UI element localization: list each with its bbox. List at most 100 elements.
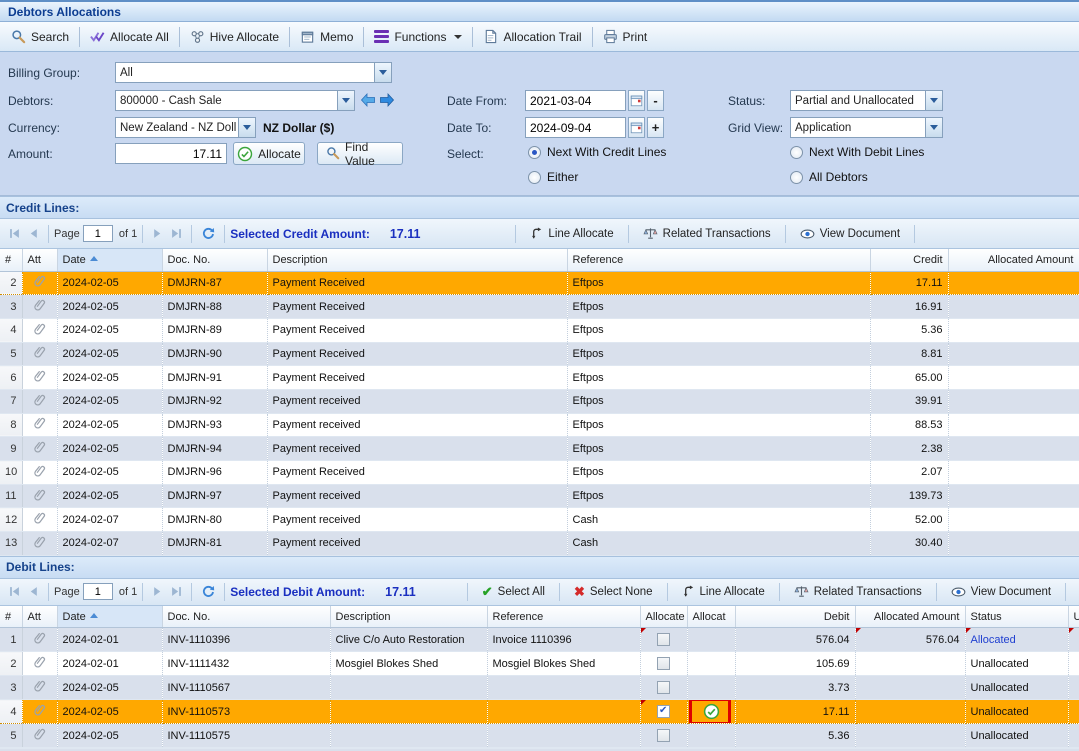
allocate-checkbox[interactable] [657,633,670,646]
column-header-allocated-amount[interactable]: Allocated Amount [855,606,965,628]
attachment-cell[interactable] [22,461,57,485]
column-header-num[interactable]: # [0,249,22,271]
column-header-status[interactable]: Status [965,606,1068,628]
column-header-doc-no[interactable]: Doc. No. [162,249,267,271]
credit-table-row[interactable]: 13 2024-02-07 DMJRN-81 Payment received … [0,532,1079,556]
find-value-button[interactable]: Find Value [317,142,403,165]
allocate-checkbox[interactable] [657,681,670,694]
allocate-checkbox[interactable] [657,657,670,670]
credit-table-row[interactable]: 5 2024-02-05 DMJRN-90 Payment Received E… [0,342,1079,366]
credit-table-row[interactable]: 3 2024-02-05 DMJRN-88 Payment Received E… [0,295,1079,319]
cell-allocate[interactable] [640,724,687,748]
column-header-att[interactable]: Att [22,249,57,271]
credit-table-row[interactable]: 4 2024-02-05 DMJRN-89 Payment Received E… [0,318,1079,342]
attachment-cell[interactable] [22,295,57,319]
select-all-button[interactable]: ✔ Select All [473,584,554,600]
credit-table-row[interactable]: 11 2024-02-05 DMJRN-97 Payment received … [0,484,1079,508]
previous-page-button[interactable] [24,586,43,597]
debit-table-row[interactable]: 4 2024-02-05 INV-1110573 [0,700,1079,724]
select-none-button[interactable]: ✖ Select None [565,584,662,600]
amount-input[interactable] [115,143,227,164]
next-page-button[interactable] [148,228,167,239]
column-header-allocated-amount[interactable]: Allocated Amount [948,249,1079,271]
radio-next-with-debit-lines[interactable]: Next With Debit Lines [790,145,924,159]
first-page-button[interactable] [5,586,24,597]
next-page-button[interactable] [148,586,167,597]
previous-page-button[interactable] [24,228,43,239]
attachment-cell[interactable] [22,700,57,724]
attachment-cell[interactable] [22,318,57,342]
allocation-trail-button[interactable]: Allocation Trail [476,26,588,47]
credit-line-allocate-button[interactable]: Line Allocate [521,227,622,240]
attachment-cell[interactable] [22,484,57,508]
debit-view-document-button[interactable]: View Document [942,586,1060,598]
previous-debtor-button[interactable] [359,91,376,109]
column-header-date[interactable]: Date [57,249,162,271]
debit-table-row[interactable]: 3 2024-02-05 INV-1110567 [0,676,1079,700]
attachment-cell[interactable] [22,724,57,748]
column-header-debit[interactable]: Debit [735,606,855,628]
column-header-reference[interactable]: Reference [567,249,870,271]
credit-related-transactions-button[interactable]: Related Transactions [634,227,780,240]
attachment-cell[interactable] [22,508,57,532]
attachment-cell[interactable] [22,389,57,413]
allocate-all-button[interactable]: Allocate All [83,26,176,47]
attachment-cell[interactable] [22,532,57,556]
debit-related-transactions-button[interactable]: Related Transactions [785,585,931,598]
dropdown-trigger[interactable] [925,118,942,137]
date-from-calendar-button[interactable] [628,90,645,111]
column-header-date[interactable]: Date [57,606,162,628]
date-to-increment-button[interactable]: + [647,117,664,138]
allocate-checkbox[interactable] [657,705,670,718]
attachment-cell[interactable] [22,342,57,366]
credit-table-row[interactable]: 10 2024-02-05 DMJRN-96 Payment Received … [0,461,1079,485]
column-header-description[interactable]: Description [267,249,567,271]
attachment-cell[interactable] [22,437,57,461]
attachment-cell[interactable] [22,271,57,295]
grid-view-select[interactable]: Application [790,117,943,138]
first-page-button[interactable] [5,228,24,239]
print-button[interactable]: Print [596,26,655,47]
refresh-button[interactable] [197,585,219,599]
date-from-decrement-button[interactable]: - [647,90,664,111]
memo-button[interactable]: Memo [293,26,360,47]
column-header-num[interactable]: # [0,606,22,628]
allocate-checkbox[interactable] [657,729,670,742]
cell-allocate[interactable] [640,700,687,724]
column-header-att[interactable]: Att [22,606,57,628]
credit-table-row[interactable]: 8 2024-02-05 DMJRN-93 Payment received E… [0,413,1079,437]
currency-select[interactable]: New Zealand - NZ Doll [115,117,256,138]
credit-table-row[interactable]: 12 2024-02-07 DMJRN-80 Payment received … [0,508,1079,532]
debit-table-row[interactable]: 2 2024-02-01 INV-1111432 Mosgiel Blokes … [0,652,1079,676]
dropdown-trigger[interactable] [337,91,354,110]
attachment-cell[interactable] [22,413,57,437]
debit-table-row[interactable]: 5 2024-02-05 INV-1110575 [0,724,1079,748]
column-header-allocat[interactable]: Allocat [687,606,735,628]
dropdown-trigger[interactable] [374,63,391,82]
dropdown-trigger[interactable] [925,91,942,110]
debtors-select[interactable]: 800000 - Cash Sale [115,90,355,111]
column-header-allocate[interactable]: Allocate [640,606,687,628]
last-page-button[interactable] [167,586,186,597]
dropdown-trigger[interactable] [238,118,255,137]
credit-view-document-button[interactable]: View Document [791,228,909,240]
attachment-cell[interactable] [22,366,57,390]
column-header-doc-no[interactable]: Doc. No. [162,606,330,628]
hive-allocate-button[interactable]: Hive Allocate [183,26,286,47]
page-input[interactable] [83,583,113,600]
column-header-clipped[interactable]: U [1068,606,1079,628]
cell-allocate[interactable] [640,628,687,652]
search-button[interactable]: Search [4,26,76,47]
status-select[interactable]: Partial and Unallocated [790,90,943,111]
radio-all-debtors[interactable]: All Debtors [790,170,868,184]
column-header-description[interactable]: Description [330,606,487,628]
cell-allocate[interactable] [640,652,687,676]
column-header-credit[interactable]: Credit [870,249,948,271]
next-debtor-button[interactable] [378,91,395,109]
allocate-button[interactable]: Allocate [233,142,305,165]
radio-either[interactable]: Either [528,170,578,184]
credit-table-row[interactable]: 9 2024-02-05 DMJRN-94 Payment received E… [0,437,1079,461]
date-to-calendar-button[interactable] [628,117,645,138]
page-input[interactable] [83,225,113,242]
credit-table-row[interactable]: 6 2024-02-05 DMJRN-91 Payment Received E… [0,366,1079,390]
